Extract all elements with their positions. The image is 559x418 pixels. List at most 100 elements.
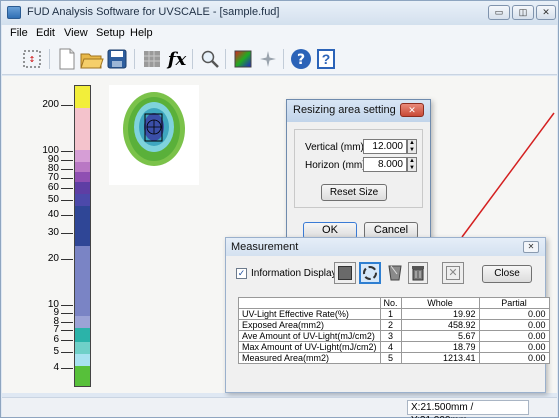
- minimize-button[interactable]: ▭: [488, 5, 510, 20]
- vertical-spinner[interactable]: ▲ ▼: [407, 139, 417, 154]
- menu-help[interactable]: Help: [130, 27, 153, 39]
- help-icon: ?: [291, 49, 311, 69]
- scale-tick: [61, 160, 73, 161]
- ellipse-tool-button[interactable]: [359, 262, 381, 284]
- scale-label: 200: [42, 99, 59, 110]
- table-row[interactable]: Max Amount of UV-Light(mJ/cm2) 4 18.79 0…: [238, 341, 550, 353]
- toolbar-separator: [49, 49, 50, 69]
- delete-button[interactable]: [408, 262, 428, 284]
- main-window: FUD Analysis Software for UVSCALE - [sam…: [0, 0, 559, 418]
- table-row[interactable]: UV-Light Effective Rate(%) 1 19.92 0.00: [238, 308, 550, 320]
- specimen-image[interactable]: [109, 85, 199, 185]
- menu-setup[interactable]: Setup: [96, 27, 125, 39]
- color-scale-bar: [74, 85, 91, 387]
- new-button[interactable]: [55, 47, 79, 71]
- menu-file[interactable]: File: [10, 27, 28, 39]
- metric-partial: 0.00: [478, 352, 550, 364]
- table-header: [238, 297, 381, 309]
- toolbar-separator: [134, 49, 135, 69]
- select-area-button[interactable]: ↕: [20, 47, 44, 71]
- menu-edit[interactable]: Edit: [36, 27, 55, 39]
- app-icon: [7, 6, 21, 19]
- table-header: No.: [379, 297, 402, 309]
- menu-view[interactable]: View: [64, 27, 88, 39]
- scale-tick: [61, 105, 73, 106]
- magnifier-icon: [201, 50, 219, 68]
- table-row[interactable]: Exposed Area(mm2) 2 458.92 0.00: [238, 319, 550, 331]
- scale-tick: [61, 313, 73, 314]
- zoom-button[interactable]: [198, 47, 222, 71]
- measurement-close-x-button[interactable]: ✕: [523, 241, 539, 253]
- title-bar[interactable]: FUD Analysis Software for UVSCALE - [sam…: [1, 1, 558, 25]
- metric-no: 3: [379, 330, 402, 342]
- scale-tick: [61, 215, 73, 216]
- measurement-close-button[interactable]: Close: [482, 265, 532, 283]
- vertical-input[interactable]: 12.000: [363, 139, 407, 154]
- metric-name: UV-Light Effective Rate(%): [238, 308, 381, 320]
- scale-tick: [61, 233, 73, 234]
- ellipse-select-icon: [363, 266, 377, 280]
- metric-partial: 0.00: [478, 308, 550, 320]
- toolbar-separator: [283, 49, 284, 69]
- help-button[interactable]: ?: [289, 47, 313, 71]
- close-icon: ✕: [527, 242, 535, 251]
- table-header-row: No. Whole Partial: [238, 297, 550, 309]
- metric-partial: 0.00: [478, 330, 550, 342]
- rectangle-tool-button[interactable]: [334, 262, 356, 284]
- clear-selection-button[interactable]: ✕: [442, 262, 464, 284]
- scale-label: 30: [47, 227, 59, 238]
- context-help-icon: ?: [317, 49, 335, 69]
- save-button[interactable]: [105, 47, 129, 71]
- toolbar-separator: [225, 49, 226, 69]
- function-button[interactable]: fx: [165, 47, 189, 71]
- new-document-icon: [59, 48, 75, 70]
- table-row[interactable]: Ave Amount of UV-Light(mJ/cm2) 3 5.67 0.…: [238, 330, 550, 342]
- status-bar: X:21.500mm / Y:21.000mm: [2, 397, 557, 418]
- resizing-dialog-close-button[interactable]: ✕: [400, 103, 424, 117]
- measurement-dialog-title[interactable]: Measurement ✕: [226, 238, 545, 256]
- window-title: FUD Analysis Software for UVSCALE - [sam…: [27, 6, 280, 18]
- metric-whole: 18.79: [400, 341, 480, 353]
- information-display-label: Information Display: [251, 268, 337, 279]
- grid-button[interactable]: [140, 47, 164, 71]
- close-button[interactable]: ✕: [536, 5, 556, 20]
- horizon-label: Horizon (mm): [305, 160, 366, 171]
- table-header: Partial: [478, 297, 550, 309]
- horizon-input[interactable]: 8.000: [363, 157, 407, 172]
- minimize-icon: ▭: [494, 7, 504, 17]
- color-map-icon: [234, 50, 252, 68]
- context-help-button[interactable]: ?: [314, 47, 338, 71]
- scale-label: 60: [47, 182, 59, 193]
- restore-icon: ◫: [518, 7, 528, 17]
- svg-text:↕: ↕: [29, 55, 36, 64]
- coordinate-readout: X:21.500mm / Y:21.000mm: [407, 400, 529, 418]
- vertical-label: Vertical (mm): [305, 142, 364, 153]
- metric-whole: 1213.41: [400, 352, 480, 364]
- scale-tick: [61, 151, 73, 152]
- horizon-spinner[interactable]: ▲ ▼: [407, 157, 417, 172]
- metric-name: Max Amount of UV-Light(mJ/cm2): [238, 341, 381, 353]
- eraser-tool-button[interactable]: [384, 262, 406, 284]
- sparkle-button[interactable]: [256, 47, 280, 71]
- sparkle-icon: [260, 51, 276, 67]
- open-button[interactable]: [80, 47, 104, 71]
- metric-no: 2: [379, 319, 402, 331]
- select-area-icon: ↕: [23, 50, 41, 68]
- metric-whole: 19.92: [400, 308, 480, 320]
- restore-button[interactable]: ◫: [512, 5, 534, 20]
- metric-name: Ave Amount of UV-Light(mJ/cm2): [238, 330, 381, 342]
- color-map-button[interactable]: [231, 47, 255, 71]
- scale-label: 4: [53, 362, 59, 373]
- information-display-checkbox[interactable]: ✓: [236, 268, 247, 279]
- resizing-area-dialog: Resizing area setting ✕ Vertical (mm) 12…: [286, 99, 431, 244]
- scale-label: 50: [47, 194, 59, 205]
- scale-tick: [61, 368, 73, 369]
- scale-label: 5: [53, 346, 59, 357]
- save-icon: [107, 49, 127, 69]
- rectangle-select-icon: [338, 266, 352, 280]
- table-row[interactable]: Measured Area(mm2) 5 1213.41 0.00: [238, 352, 550, 364]
- scale-tick: [61, 322, 73, 323]
- resizing-dialog-title[interactable]: Resizing area setting ✕: [287, 100, 430, 122]
- reset-size-button[interactable]: Reset Size: [321, 184, 387, 201]
- scale-tick: [61, 305, 73, 306]
